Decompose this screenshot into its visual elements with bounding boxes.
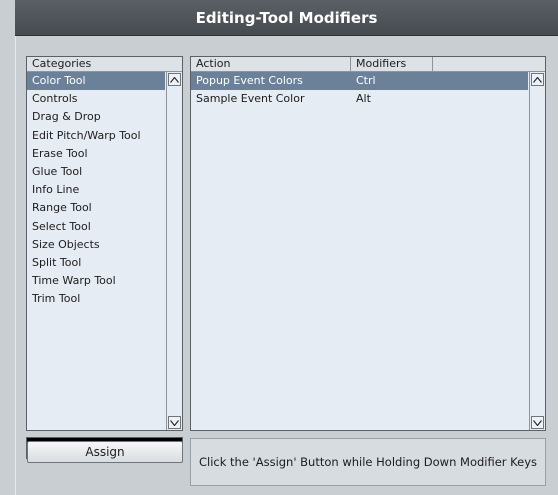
category-item[interactable]: Time Warp Tool [27, 272, 165, 290]
category-item[interactable]: Drag & Drop [27, 108, 165, 126]
category-item[interactable]: Edit Pitch/Warp Tool [27, 127, 165, 145]
triangle-up-icon [533, 76, 542, 83]
triangle-up-icon [170, 76, 179, 83]
actions-scroll-down-button[interactable] [531, 416, 544, 429]
action-name: Popup Event Colors [196, 74, 303, 87]
categories-list[interactable]: Categories Color Tool Controls Drag & Drop… [26, 56, 183, 431]
info-message: Click the 'Assign' Button while Holding … [190, 438, 546, 486]
actions-header: Action Modifiers [191, 57, 545, 72]
action-modifiers: Ctrl [356, 74, 376, 87]
actions-scroll-up-button[interactable] [531, 73, 544, 86]
action-column-header[interactable]: Action [191, 57, 351, 71]
category-item[interactable]: Info Line [27, 181, 165, 199]
category-item[interactable]: Color Tool [27, 72, 165, 91]
category-item[interactable]: Range Tool [27, 199, 165, 217]
category-item[interactable]: Select Tool [27, 218, 165, 236]
assign-button[interactable]: Assign [27, 441, 183, 463]
categories-header-label: Categories [32, 57, 92, 70]
category-item[interactable]: Split Tool [27, 254, 165, 272]
action-modifiers: Alt [356, 92, 371, 106]
triangle-down-icon [533, 419, 542, 426]
categories-scroll-up-button[interactable] [168, 73, 181, 86]
categories-scroll-down-button[interactable] [168, 416, 181, 429]
category-item[interactable]: Controls [27, 90, 165, 108]
category-item[interactable]: Trim Tool [27, 290, 165, 308]
modifiers-column-header[interactable]: Modifiers [351, 57, 433, 71]
action-row[interactable]: Sample Event Color Alt [191, 90, 528, 108]
empty-column-header [433, 57, 545, 71]
category-item[interactable]: Size Objects [27, 236, 165, 254]
categories-header: Categories [27, 57, 182, 72]
dialog-title: Editing-Tool Modifiers [195, 8, 378, 27]
actions-rows: Popup Event Colors Ctrl Sample Event Color… [191, 72, 528, 108]
action-row[interactable]: Popup Event Colors Ctrl [191, 72, 528, 91]
categories-scrollbar[interactable] [166, 72, 182, 430]
action-name: Sample Event Color [196, 92, 305, 106]
categories-rows: Color Tool Controls Drag & Drop Edit Pitch/… [27, 72, 165, 308]
actions-scrollbar[interactable] [529, 72, 545, 430]
category-item[interactable]: Glue Tool [27, 163, 165, 181]
actions-list[interactable]: Action Modifiers Popup Event Colors Ctrl S… [190, 56, 546, 431]
info-message-text: Click the 'Assign' Button while Holding … [198, 455, 538, 469]
triangle-down-icon [170, 419, 179, 426]
category-item[interactable]: Erase Tool [27, 145, 165, 163]
dialog-title-bar: Editing-Tool Modifiers [15, 0, 558, 36]
